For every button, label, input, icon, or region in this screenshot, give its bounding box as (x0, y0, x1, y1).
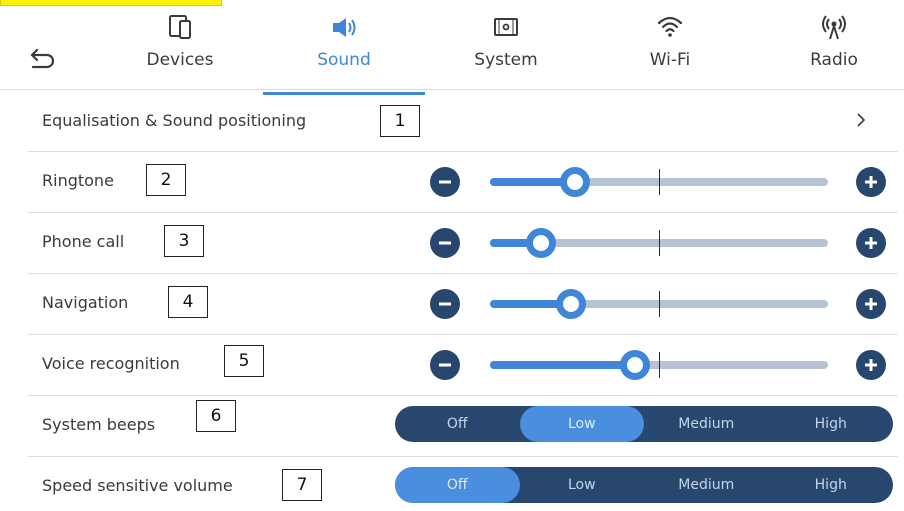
voice-recognition-row: Voice recognition 5 (28, 335, 898, 396)
option-high[interactable]: High (769, 406, 894, 442)
ringtone-slider[interactable] (490, 167, 828, 197)
option-off[interactable]: Off (395, 406, 520, 442)
row-label: Phone call (42, 232, 125, 251)
tab-label: Sound (317, 50, 371, 70)
tab-radio[interactable]: Radio (794, 10, 874, 90)
wifi-icon (657, 16, 683, 37)
back-button[interactable] (28, 44, 58, 74)
plus-icon (865, 237, 877, 249)
radio-icon (822, 15, 846, 40)
callout-marker: 6 (196, 400, 236, 432)
callout-marker: 7 (282, 469, 322, 501)
row-label: Speed sensitive volume (42, 476, 233, 495)
tab-devices[interactable]: Devices (140, 10, 220, 90)
speed-sensitive-volume-selector: Off Low Medium High (395, 467, 893, 503)
slider-midpoint-tick (659, 291, 660, 317)
equalisation-row[interactable]: Equalisation & Sound positioning 1 (28, 92, 898, 152)
option-medium[interactable]: Medium (644, 406, 769, 442)
navigation-row: Navigation 4 (28, 274, 898, 335)
callout-marker: 1 (380, 105, 420, 137)
minus-icon (439, 241, 451, 245)
speed-sensitive-volume-row: Speed sensitive volume 7 Off Low Medium … (28, 457, 898, 511)
volume-up-button[interactable] (856, 167, 886, 197)
navigation-slider[interactable] (490, 289, 828, 319)
tab-label: System (474, 50, 538, 70)
row-label: Navigation (42, 293, 129, 312)
back-arrow-icon (30, 48, 55, 69)
tab-label: Wi-Fi (649, 50, 691, 70)
option-medium[interactable]: Medium (644, 467, 769, 503)
system-icon (494, 18, 518, 36)
slider-knob[interactable] (526, 228, 556, 258)
slider-knob[interactable] (560, 167, 590, 197)
tab-label: Radio (810, 50, 858, 70)
chevron-right-icon (857, 113, 866, 127)
ringtone-row: Ringtone 2 (28, 152, 898, 213)
plus-icon (865, 176, 877, 188)
volume-up-button[interactable] (856, 289, 886, 319)
callout-marker: 2 (146, 164, 186, 196)
minus-icon (439, 302, 451, 306)
volume-down-button[interactable] (430, 228, 460, 258)
phone-call-slider[interactable] (490, 228, 828, 258)
voice-recognition-slider[interactable] (490, 350, 828, 380)
row-label: System beeps (42, 415, 156, 434)
volume-down-button[interactable] (430, 289, 460, 319)
tab-sound[interactable]: Sound (304, 10, 384, 90)
volume-up-button[interactable] (856, 228, 886, 258)
volume-up-button[interactable] (856, 350, 886, 380)
option-high[interactable]: High (769, 467, 894, 503)
row-label: Equalisation & Sound positioning (42, 111, 307, 130)
option-low[interactable]: Low (519, 406, 644, 442)
slider-midpoint-tick (659, 169, 660, 195)
slider-midpoint-tick (659, 230, 660, 256)
option-low[interactable]: Low (520, 467, 645, 503)
minus-icon (439, 363, 451, 367)
system-beeps-selector: Off Low Medium High (395, 406, 893, 442)
slider-knob[interactable] (620, 350, 650, 380)
option-off[interactable]: Off (395, 467, 520, 503)
tab-system[interactable]: System (466, 10, 546, 90)
minus-icon (439, 180, 451, 184)
tab-label: Devices (146, 50, 214, 70)
slider-midpoint-tick (659, 352, 660, 378)
callout-marker: 3 (164, 225, 204, 257)
plus-icon (865, 359, 877, 371)
system-beeps-row: System beeps 6 Off Low Medium High (28, 396, 898, 457)
row-label: Voice recognition (42, 354, 180, 373)
volume-down-button[interactable] (430, 167, 460, 197)
slider-fill (490, 361, 635, 369)
devices-icon (169, 15, 191, 39)
row-label: Ringtone (42, 171, 114, 190)
volume-down-button[interactable] (430, 350, 460, 380)
phone-call-row: Phone call 3 (28, 213, 898, 274)
top-tab-bar: Devices Sound System Wi-Fi Radio (0, 6, 904, 95)
plus-icon (865, 298, 877, 310)
slider-knob[interactable] (556, 289, 586, 319)
callout-marker: 4 (168, 286, 208, 318)
speaker-icon (333, 18, 356, 37)
callout-marker: 5 (224, 345, 264, 377)
tab-wifi[interactable]: Wi-Fi (630, 10, 710, 90)
